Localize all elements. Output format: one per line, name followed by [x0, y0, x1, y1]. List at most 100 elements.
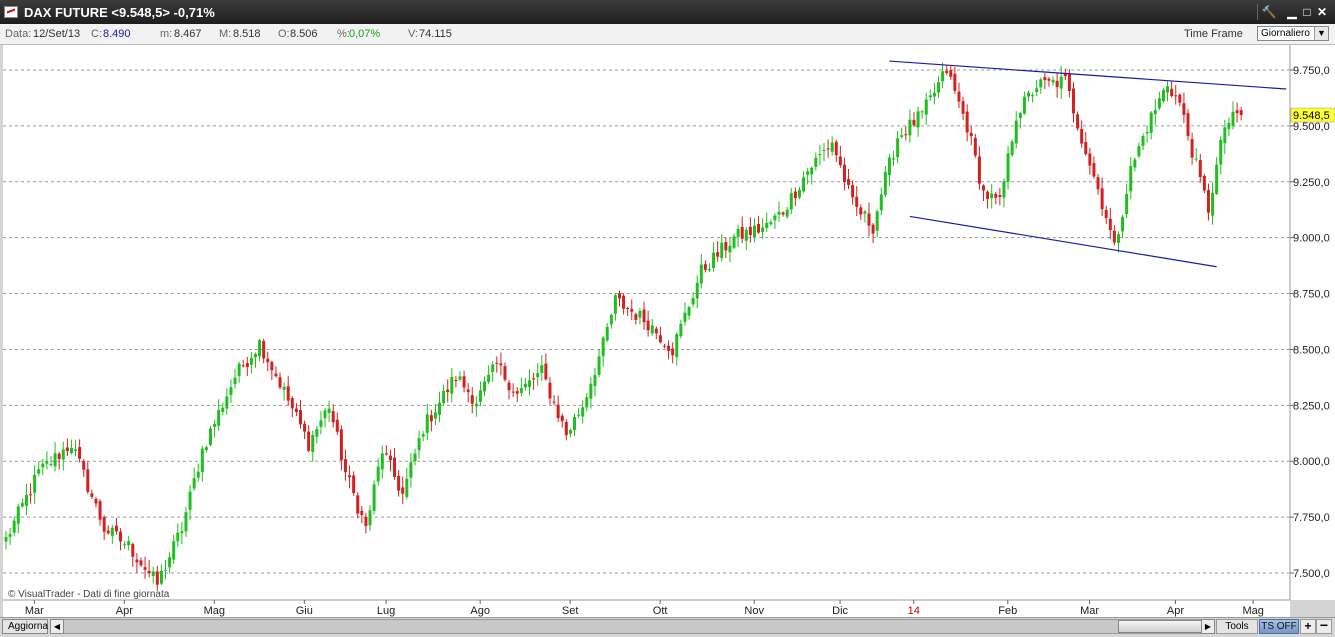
candle-body [556, 404, 560, 419]
candle-body [957, 91, 961, 102]
y-tick-label: 7.500,0 [1293, 568, 1330, 580]
y-tick-label: 8.000,0 [1293, 456, 1330, 468]
zoom-out-button[interactable]: − [1316, 618, 1332, 634]
candle-body [761, 227, 765, 232]
scroll-left-button[interactable]: ◀ [50, 619, 64, 634]
candle-body [450, 377, 454, 394]
price-chart[interactable]: 7.500,0 7.750,0 8.000,0 8.250,0 8.500,0 8.750… [0, 45, 1335, 617]
dropdown-arrow-icon[interactable]: ▼ [1314, 27, 1328, 40]
candle-body [986, 191, 990, 200]
candle-body [139, 560, 143, 566]
candle-body [994, 193, 998, 198]
candle-body [180, 531, 184, 534]
refresh-button[interactable]: Aggiorna [2, 619, 48, 634]
title-bar: DAX FUTURE <9.548,5> -0,71% 🔨 ▁ □ ✕ [0, 0, 1335, 24]
y-tick-label: 8.250,0 [1293, 400, 1330, 412]
open-value: 8.506 [290, 28, 318, 40]
candle-body [1018, 113, 1022, 119]
candle-body [151, 571, 155, 576]
hammer-icon[interactable]: 🔨 [1261, 4, 1277, 20]
candle-body [573, 416, 577, 431]
candle-body [973, 137, 977, 156]
ts-off-button[interactable]: TS OFF [1259, 619, 1299, 634]
candle-body [499, 363, 503, 366]
scrollbar-track[interactable] [64, 619, 1206, 634]
time-frame-select[interactable]: Giornaliero ▼ [1257, 26, 1329, 41]
candle-body [323, 410, 327, 419]
candle-body [339, 429, 343, 461]
candle-body [532, 378, 536, 380]
candle-body [887, 157, 891, 176]
minimize-button[interactable]: ▁ [1284, 4, 1300, 20]
candle-body [98, 501, 102, 520]
candle-body [33, 474, 37, 493]
maximize-button[interactable]: □ [1299, 4, 1315, 20]
candle-body [94, 499, 98, 504]
candle-body [1104, 209, 1108, 219]
scroll-right-button[interactable]: ▶ [1201, 619, 1215, 634]
candle-body [622, 295, 626, 309]
candle-body [797, 189, 801, 198]
x-tick-label: Feb [998, 605, 1017, 617]
candle-body [1043, 77, 1047, 81]
candle-body [605, 326, 609, 341]
candle-body [777, 211, 781, 215]
scrollbar-thumb[interactable] [1118, 620, 1208, 633]
candle-body [802, 177, 806, 192]
candle-body [74, 449, 78, 452]
tools-button[interactable]: Tools [1216, 619, 1258, 634]
x-tick-label: Lug [377, 605, 395, 617]
y-tick-label: 9.000,0 [1293, 233, 1330, 245]
candle-body [45, 461, 49, 464]
zoom-in-button[interactable]: + [1300, 619, 1316, 634]
candle-body [523, 383, 527, 388]
candle-body [834, 141, 838, 156]
candle-body [1186, 113, 1190, 137]
candle-body [1145, 131, 1149, 134]
x-tick-label: Ott [653, 605, 668, 617]
candle-body [716, 252, 720, 257]
candle-body [568, 429, 572, 434]
candle-body [937, 82, 941, 93]
candle-body [1202, 175, 1206, 191]
candle-body [200, 448, 204, 472]
candle-body [65, 447, 69, 452]
candle-body [949, 70, 953, 77]
candle-body [671, 348, 675, 356]
candle-body [24, 494, 28, 506]
candle-body [1100, 188, 1104, 210]
candle-body [388, 455, 392, 461]
candle-body [1190, 139, 1194, 158]
candle-body [879, 194, 883, 211]
candle-body [830, 142, 834, 152]
candle-body [123, 544, 127, 546]
candle-body [1031, 95, 1035, 97]
candle-body [119, 531, 123, 542]
candle-body [1174, 95, 1178, 97]
candle-body [413, 453, 417, 462]
candle-body [352, 475, 356, 494]
candle-body [290, 398, 294, 409]
candle-body [842, 164, 846, 183]
candle-body [593, 375, 597, 387]
candle-body [131, 544, 135, 557]
candle-body [1067, 74, 1071, 92]
candle-body [1059, 76, 1063, 89]
candle-body [528, 380, 532, 387]
y-tick-label: 7.750,0 [1293, 512, 1330, 524]
candle-body [69, 447, 73, 454]
close-button[interactable]: ✕ [1314, 4, 1330, 20]
candle-body [1239, 110, 1243, 116]
candle-body [53, 453, 57, 467]
y-tick-label: 8.500,0 [1293, 344, 1330, 356]
candle-body [409, 462, 413, 478]
candle-body [826, 148, 830, 150]
candle-body [155, 571, 159, 585]
candle-body [511, 391, 515, 393]
candle-body [1178, 94, 1182, 103]
candle-body [16, 506, 20, 524]
candle-body [1137, 146, 1141, 157]
candle-body [209, 428, 212, 445]
candle-body [478, 390, 482, 402]
candle-body [397, 475, 401, 491]
